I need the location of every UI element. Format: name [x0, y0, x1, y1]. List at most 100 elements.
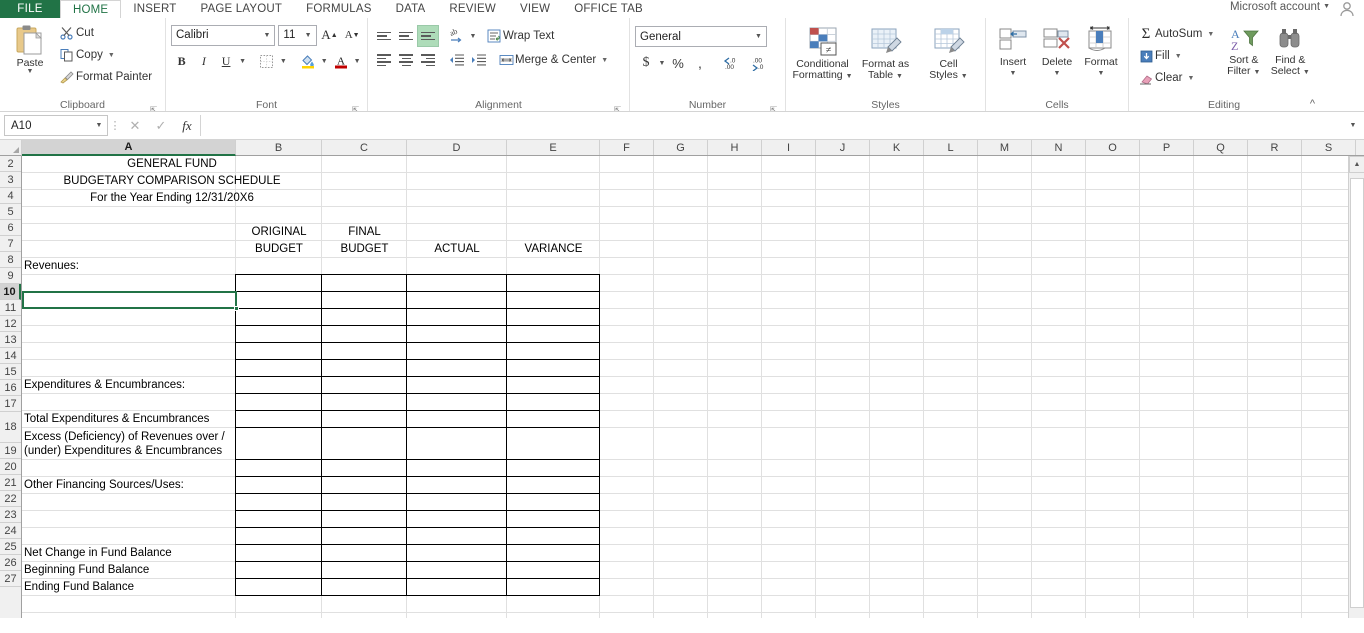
- column-header-b[interactable]: B: [236, 140, 322, 155]
- bordered-cell-C19[interactable]: [321, 459, 407, 477]
- font-color-button[interactable]: A: [330, 50, 351, 72]
- bordered-cell-B14[interactable]: [235, 359, 322, 377]
- column-header-r[interactable]: R: [1248, 140, 1302, 155]
- bordered-cell-B24[interactable]: [235, 544, 322, 562]
- bordered-cell-D11[interactable]: [406, 308, 507, 326]
- column-header-q[interactable]: Q: [1194, 140, 1248, 155]
- bordered-cell-C22[interactable]: [321, 510, 407, 528]
- bordered-cell-D10[interactable]: [406, 291, 507, 309]
- bordered-cell-C9[interactable]: [321, 274, 407, 292]
- bordered-cell-C20[interactable]: [321, 476, 407, 494]
- bordered-cell-C16[interactable]: [321, 393, 407, 411]
- cell-styles-button[interactable]: Cell Styles ▼: [917, 23, 980, 98]
- font-size-combo[interactable]: 11 ▼: [278, 25, 316, 46]
- tab-view[interactable]: VIEW: [508, 0, 562, 18]
- font-color-dropdown[interactable]: ▼: [352, 50, 362, 72]
- italic-button[interactable]: I: [193, 50, 214, 72]
- bordered-cell-B20[interactable]: [235, 476, 322, 494]
- bordered-cell-C18[interactable]: [321, 427, 407, 460]
- bordered-cell-D16[interactable]: [406, 393, 507, 411]
- row-header-13[interactable]: 13: [0, 332, 21, 348]
- row-header-6[interactable]: 6: [0, 220, 21, 236]
- chevron-down-icon[interactable]: ▼: [91, 122, 107, 129]
- number-format-combo[interactable]: General ▼: [635, 26, 767, 47]
- cell-d7[interactable]: ACTUAL: [407, 241, 507, 257]
- row-header-22[interactable]: 22: [0, 491, 21, 507]
- bordered-cell-C12[interactable]: [321, 325, 407, 343]
- borders-dropdown[interactable]: ▼: [279, 50, 289, 72]
- row-header-7[interactable]: 7: [0, 236, 21, 252]
- bordered-cell-B15[interactable]: [235, 376, 322, 394]
- row-header-14[interactable]: 14: [0, 348, 21, 364]
- bordered-cell-D9[interactable]: [406, 274, 507, 292]
- fill-color-button[interactable]: [297, 50, 318, 72]
- borders-button[interactable]: [256, 50, 277, 72]
- autosum-button[interactable]: Σ AutoSum ▼: [1134, 23, 1221, 45]
- underline-button[interactable]: U: [215, 50, 236, 72]
- bordered-cell-E15[interactable]: [506, 376, 600, 394]
- row-header-25[interactable]: 25: [0, 539, 21, 555]
- confirm-edit-button[interactable]: ✓: [148, 115, 174, 136]
- bordered-cell-D22[interactable]: [406, 510, 507, 528]
- bordered-cell-E9[interactable]: [506, 274, 600, 292]
- grow-font-button[interactable]: A▲: [320, 24, 340, 46]
- bordered-cell-D13[interactable]: [406, 342, 507, 360]
- fill-button[interactable]: Fill ▼: [1134, 45, 1221, 67]
- find-select-button[interactable]: Find & Select ▼: [1267, 23, 1314, 98]
- align-center-button[interactable]: [395, 49, 417, 71]
- bordered-cell-E26[interactable]: [506, 578, 600, 596]
- chevron-down-icon[interactable]: ▼: [1098, 68, 1105, 79]
- format-as-table-button[interactable]: Format as Table ▼: [854, 23, 917, 98]
- bordered-cell-C25[interactable]: [321, 561, 407, 579]
- cell-a3[interactable]: BUDGETARY COMPARISON SCHEDULE: [22, 173, 322, 189]
- cell-a4[interactable]: For the Year Ending 12/31/20X6: [22, 190, 322, 206]
- underline-dropdown[interactable]: ▼: [238, 50, 248, 72]
- bordered-cell-C10[interactable]: [321, 291, 407, 309]
- align-left-button[interactable]: [373, 49, 395, 71]
- bordered-cell-E18[interactable]: [506, 427, 600, 460]
- copy-button[interactable]: Copy ▼: [55, 44, 155, 66]
- cell-b6[interactable]: ORIGINAL: [236, 224, 322, 240]
- row-header-10[interactable]: 10: [0, 284, 21, 300]
- column-header-j[interactable]: J: [816, 140, 870, 155]
- bordered-cell-B18[interactable]: [235, 427, 322, 460]
- row-header-4[interactable]: 4: [0, 188, 21, 204]
- bordered-cell-E13[interactable]: [506, 342, 600, 360]
- tab-file[interactable]: FILE: [0, 0, 60, 18]
- bordered-cell-E21[interactable]: [506, 493, 600, 511]
- bordered-cell-D17[interactable]: [406, 410, 507, 428]
- bordered-cell-E25[interactable]: [506, 561, 600, 579]
- fill-color-dropdown[interactable]: ▼: [319, 50, 329, 72]
- tab-home[interactable]: HOME: [60, 0, 121, 18]
- cell-a8[interactable]: Revenues:: [22, 258, 236, 274]
- sort-filter-button[interactable]: A Z Sort & Filter ▼: [1221, 23, 1267, 98]
- font-name-combo[interactable]: Calibri ▼: [171, 25, 275, 46]
- orientation-button[interactable]: ab: [446, 25, 468, 47]
- bordered-cell-B23[interactable]: [235, 527, 322, 545]
- bordered-cell-D25[interactable]: [406, 561, 507, 579]
- bordered-cell-B12[interactable]: [235, 325, 322, 343]
- cell-e7[interactable]: VARIANCE: [507, 241, 600, 257]
- chevron-down-icon[interactable]: ▼: [27, 69, 34, 75]
- align-middle-button[interactable]: [395, 25, 417, 47]
- bordered-cell-E19[interactable]: [506, 459, 600, 477]
- scrollbar-thumb[interactable]: [1350, 178, 1364, 608]
- chevron-down-icon[interactable]: ▼: [259, 26, 274, 45]
- number-dialog-launcher-icon[interactable]: ⇱: [769, 103, 778, 112]
- tab-insert[interactable]: INSERT: [121, 0, 188, 18]
- formula-input[interactable]: [200, 115, 1346, 136]
- bordered-cell-D12[interactable]: [406, 325, 507, 343]
- cancel-edit-button[interactable]: ✕: [122, 115, 148, 136]
- bordered-cell-B22[interactable]: [235, 510, 322, 528]
- bordered-cell-C24[interactable]: [321, 544, 407, 562]
- row-header-16[interactable]: 16: [0, 380, 21, 396]
- bordered-cell-D23[interactable]: [406, 527, 507, 545]
- bordered-cell-D20[interactable]: [406, 476, 507, 494]
- bordered-cell-B10[interactable]: [235, 291, 322, 309]
- bordered-cell-E14[interactable]: [506, 359, 600, 377]
- increase-decimal-button[interactable]: .0.00: [718, 52, 746, 74]
- bordered-cell-C14[interactable]: [321, 359, 407, 377]
- bordered-cell-C11[interactable]: [321, 308, 407, 326]
- clipboard-dialog-launcher-icon[interactable]: ⇱: [149, 103, 158, 112]
- chevron-down-icon[interactable]: ▼: [1054, 68, 1061, 79]
